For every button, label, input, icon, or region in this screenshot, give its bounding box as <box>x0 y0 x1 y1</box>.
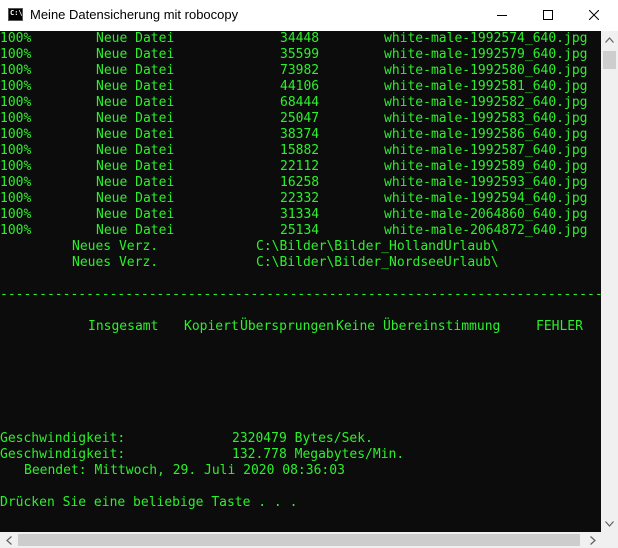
file-name: white-male-1992579_640.jpg <box>384 47 588 62</box>
file-name: white-male-2064872_640.jpg <box>384 223 588 238</box>
file-name: white-male-1992587_640.jpg <box>384 143 588 158</box>
close-button[interactable] <box>571 0 617 30</box>
copy-percent: 100% <box>0 223 32 238</box>
file-name: white-male-1992581_640.jpg <box>384 79 588 94</box>
copy-status: Neue Datei <box>96 191 175 206</box>
dir-path: C:\Bilder\Bilder_NordseeUrlaub\ <box>256 255 499 270</box>
header-total: Insgesamt <box>88 319 159 334</box>
file-size: 22112 <box>280 159 320 174</box>
file-name: white-male-1992583_640.jpg <box>384 111 588 126</box>
file-size: 34448 <box>280 31 320 46</box>
copy-percent: 100% <box>0 63 32 78</box>
title-bar[interactable]: C:\ Meine Datensicherung mit robocopy <box>0 0 618 30</box>
speed-value: 2320479 Bytes/Sek. <box>232 431 373 446</box>
copy-percent: 100% <box>0 143 32 158</box>
maximize-button[interactable] <box>525 0 571 30</box>
file-name: white-male-1992586_640.jpg <box>384 127 588 142</box>
file-size: 31334 <box>280 207 320 222</box>
file-size: 15882 <box>280 143 320 158</box>
copy-percent: 100% <box>0 127 32 142</box>
copy-status: Neue Datei <box>96 31 175 46</box>
speed-value: 132.778 Megabytes/Min. <box>232 447 405 462</box>
file-size: 73982 <box>280 63 320 78</box>
console-icon-label: C:\ <box>10 9 23 17</box>
header-errors: FEHLER <box>536 319 583 334</box>
copy-status: Neue Datei <box>96 127 175 142</box>
header-skipped: Übersprungen <box>240 319 334 334</box>
dir-status: Neues Verz. <box>72 255 159 270</box>
header-copied: Kopiert <box>184 319 239 334</box>
ended-text: Beendet: Mittwoch, 29. Juli 2020 08:36:0… <box>24 463 345 478</box>
file-name: white-male-1992582_640.jpg <box>384 95 588 110</box>
console-output[interactable]: 100% Neue Datei 34448 white-male-1992574_64… <box>0 31 601 532</box>
speed-label: Geschwindigkeit: <box>0 447 126 462</box>
copy-status: Neue Datei <box>96 159 175 174</box>
copy-percent: 100% <box>0 191 32 206</box>
console-window: C:\ Meine Datensicherung mit robocopy 10… <box>0 0 618 548</box>
copy-status: Neue Datei <box>96 95 175 110</box>
file-size: 22332 <box>280 191 320 206</box>
copy-percent: 100% <box>0 79 32 94</box>
vertical-scroll-thumb[interactable] <box>603 51 616 69</box>
dir-status: Neues Verz. <box>72 239 159 254</box>
close-icon <box>589 10 599 20</box>
file-name: white-male-1992593_640.jpg <box>384 175 588 190</box>
file-name: white-male-2064860_640.jpg <box>384 207 588 222</box>
file-size: 38374 <box>280 127 320 142</box>
file-size: 25134 <box>280 223 320 238</box>
file-size: 44106 <box>280 79 320 94</box>
maximize-icon <box>543 10 553 20</box>
console-app-icon[interactable]: C:\ <box>8 8 23 21</box>
scroll-down-icon[interactable] <box>601 515 618 532</box>
copy-status: Neue Datei <box>96 143 175 158</box>
file-size: 68444 <box>280 95 320 110</box>
file-size: 16258 <box>280 175 320 190</box>
minimize-icon <box>497 15 507 16</box>
window-title: Meine Datensicherung mit robocopy <box>30 7 239 22</box>
file-name: white-male-1992574_640.jpg <box>384 31 588 46</box>
file-size: 35599 <box>280 47 320 62</box>
horizontal-scroll-thumb[interactable] <box>18 534 580 546</box>
copy-percent: 100% <box>0 47 32 62</box>
copy-percent: 100% <box>0 95 32 110</box>
file-name: white-male-1992580_640.jpg <box>384 63 588 78</box>
scroll-up-icon[interactable] <box>601 31 618 48</box>
scroll-left-icon[interactable] <box>0 532 17 548</box>
copy-percent: 100% <box>0 31 32 46</box>
copy-status: Neue Datei <box>96 223 175 238</box>
file-name: white-male-1992589_640.jpg <box>384 159 588 174</box>
copy-status: Neue Datei <box>96 175 175 190</box>
copy-percent: 100% <box>0 207 32 222</box>
copy-percent: 100% <box>0 175 32 190</box>
minimize-button[interactable] <box>479 0 525 30</box>
copy-status: Neue Datei <box>96 207 175 222</box>
horizontal-scrollbar[interactable] <box>0 532 601 548</box>
scroll-right-icon[interactable] <box>584 532 601 548</box>
copy-status: Neue Datei <box>96 111 175 126</box>
copy-status: Neue Datei <box>96 47 175 62</box>
dir-path: C:\Bilder\Bilder_HollandUrlaub\ <box>256 239 499 254</box>
copy-status: Neue Datei <box>96 79 175 94</box>
prompt-text: Drücken Sie eine beliebige Taste . . . <box>0 495 298 510</box>
scrollbar-corner <box>601 532 618 548</box>
vertical-scrollbar[interactable] <box>601 31 618 532</box>
copy-status: Neue Datei <box>96 63 175 78</box>
separator-text: ----------------------------------------… <box>0 287 601 302</box>
copy-percent: 100% <box>0 159 32 174</box>
speed-label: Geschwindigkeit: <box>0 431 126 446</box>
file-name: white-male-1992594_640.jpg <box>384 191 588 206</box>
file-size: 25047 <box>280 111 320 126</box>
header-mismatch: Keine Übereinstimmung <box>336 319 501 334</box>
copy-percent: 100% <box>0 111 32 126</box>
